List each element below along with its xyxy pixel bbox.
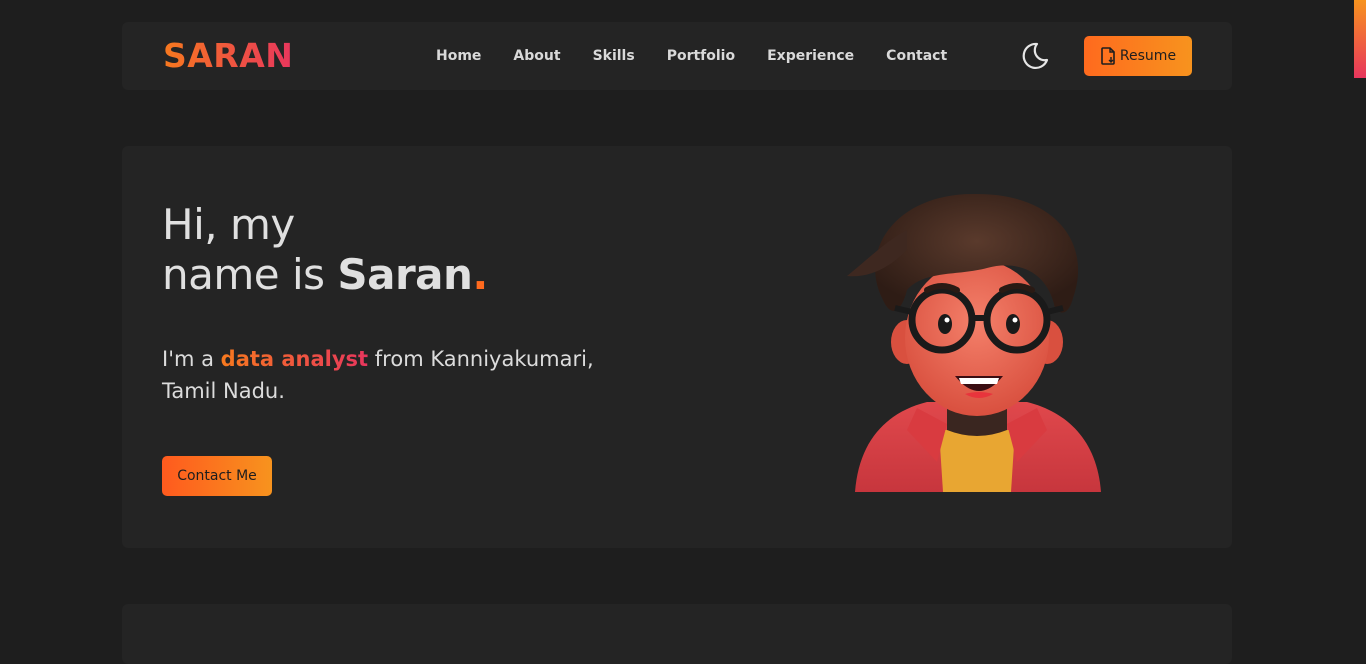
nav-link-about[interactable]: About (513, 46, 560, 66)
intro-prefix: I'm a (162, 347, 221, 371)
nav-link-home[interactable]: Home (436, 46, 481, 66)
file-download-icon (1101, 47, 1115, 65)
moon-icon (1022, 42, 1049, 70)
greeting-line-2-prefix: name is (162, 250, 338, 299)
hero-intro: I'm a data analyst from Kanniyakumari, T… (162, 343, 622, 407)
avatar-illustration (847, 193, 1101, 492)
nav-link-contact[interactable]: Contact (886, 46, 947, 66)
greeting-line-1: Hi, my (162, 200, 295, 249)
hero-section: Hi, my name is Saran. I'm a data analyst… (122, 146, 1232, 548)
greeting-dot: . (472, 250, 488, 299)
resume-button[interactable]: Resume (1084, 36, 1192, 76)
site-logo[interactable]: SARAN (163, 36, 293, 76)
nav-links: Home About Skills Portfolio Experience C… (436, 46, 947, 66)
next-section (122, 604, 1232, 664)
intro-role: data analyst (220, 347, 369, 371)
navbar: SARAN Home About Skills Portfolio Experi… (122, 22, 1232, 90)
hero-greeting: Hi, my name is Saran. (162, 200, 488, 300)
nav-link-skills[interactable]: Skills (593, 46, 635, 66)
contact-me-button[interactable]: Contact Me (162, 456, 272, 496)
nav-link-portfolio[interactable]: Portfolio (667, 46, 735, 66)
resume-button-label: Resume (1119, 48, 1177, 64)
scroll-progress-indicator (1354, 0, 1366, 78)
theme-toggle-button[interactable] (1020, 41, 1050, 71)
greeting-name: Saran (337, 250, 473, 299)
nav-link-experience[interactable]: Experience (767, 46, 854, 66)
